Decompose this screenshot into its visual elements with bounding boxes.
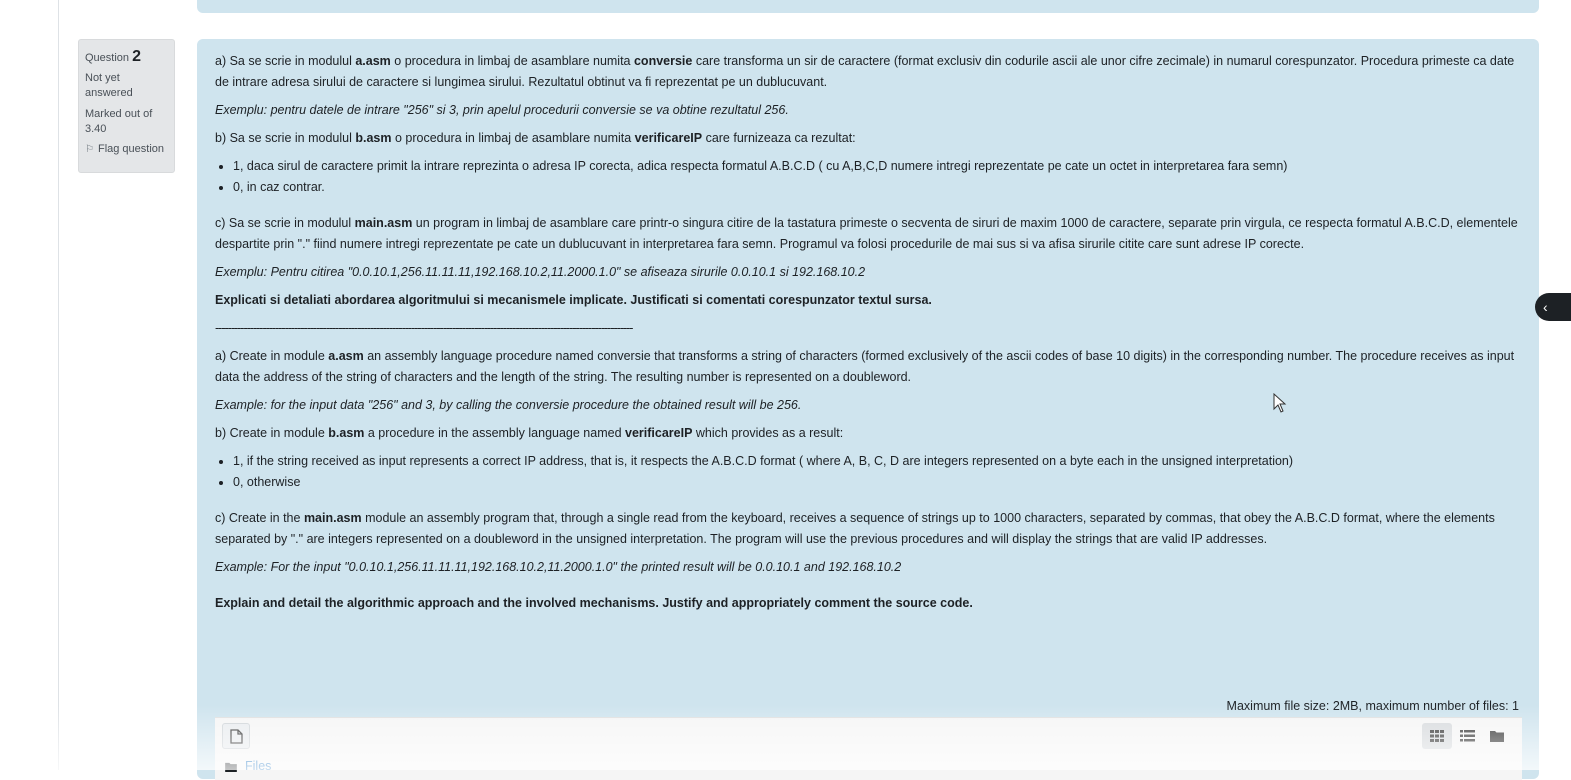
view-switcher [1422,723,1512,749]
list-item: 1, daca sirul de caractere primit la int… [233,156,1521,177]
ro-part-a: a) Sa se scrie in modulul a.asm o proced… [215,54,1515,89]
ro-part-c: c) Sa se scrie in modulul main.asm un pr… [215,216,1518,251]
files-folder-row[interactable]: Files [225,756,271,777]
file-manager: Files [215,717,1522,780]
file-limit-info: Maximum file size: 2MB, maximum number o… [1226,699,1519,713]
previous-question-panel [197,0,1539,13]
folder-view-icon [1490,731,1504,742]
page-left-rule [58,0,59,770]
list-item: 0, in caz contrar. [233,177,1521,198]
open-drawer-button[interactable]: ‹ [1535,293,1571,321]
ro-part-b: b) Sa se scrie in modulul b.asm o proced… [215,131,856,145]
en-part-b-list: 1, if the string received as input repre… [215,451,1521,493]
en-part-a: a) Create in module a.asm an assembly la… [215,349,1515,384]
en-example-a: Example: for the input data "256" and 3,… [215,398,802,412]
list-view-button[interactable] [1452,723,1482,749]
question-info: Question 2 Not yet answered Marked out o… [78,39,175,173]
chevron-left-icon: ‹ [1543,299,1548,315]
ro-example-a: Exemplu: pentru datele de intrare "256" … [215,103,789,117]
grid-view-button[interactable] [1422,723,1452,749]
en-part-c: c) Create in the main.asm module an asse… [215,511,1495,546]
mouse-cursor-icon [1273,393,1287,413]
folder-icon [225,762,237,772]
en-instructions: Explain and detail the algorithmic appro… [215,596,973,610]
list-view-icon [1459,730,1475,742]
en-example-c: Example: For the input "0.0.10.1,256.11.… [215,560,902,574]
file-icon [229,728,243,744]
add-file-button[interactable] [222,723,250,749]
question-text-panel: a) Sa se scrie in modulul a.asm o proced… [197,39,1539,780]
ro-part-b-list: 1, daca sirul de caractere primit la int… [215,156,1521,198]
flag-question-link[interactable]: ⚐ Flag question [85,143,168,155]
ro-instructions: Explicati si detaliati abordarea algorit… [215,293,932,307]
list-item: 0, otherwise [233,472,1521,493]
en-part-b: b) Create in module b.asm a procedure in… [215,426,844,440]
separator-line: ----------------------------------------… [215,321,633,335]
flag-icon: ⚐ [85,143,94,155]
list-item: 1, if the string received as input repre… [233,451,1521,472]
folder-view-button[interactable] [1482,723,1512,749]
grid-view-icon [1430,730,1444,742]
flag-question-label: Flag question [97,143,165,155]
question-state: Not yet answered [85,72,133,99]
ro-example-c: Exemplu: Pentru citirea "0.0.10.1,256.11… [215,265,866,279]
question-number: Question 2 [85,48,141,65]
files-label[interactable]: Files [245,756,271,777]
question-grade: Marked out of 3.40 [85,108,153,135]
